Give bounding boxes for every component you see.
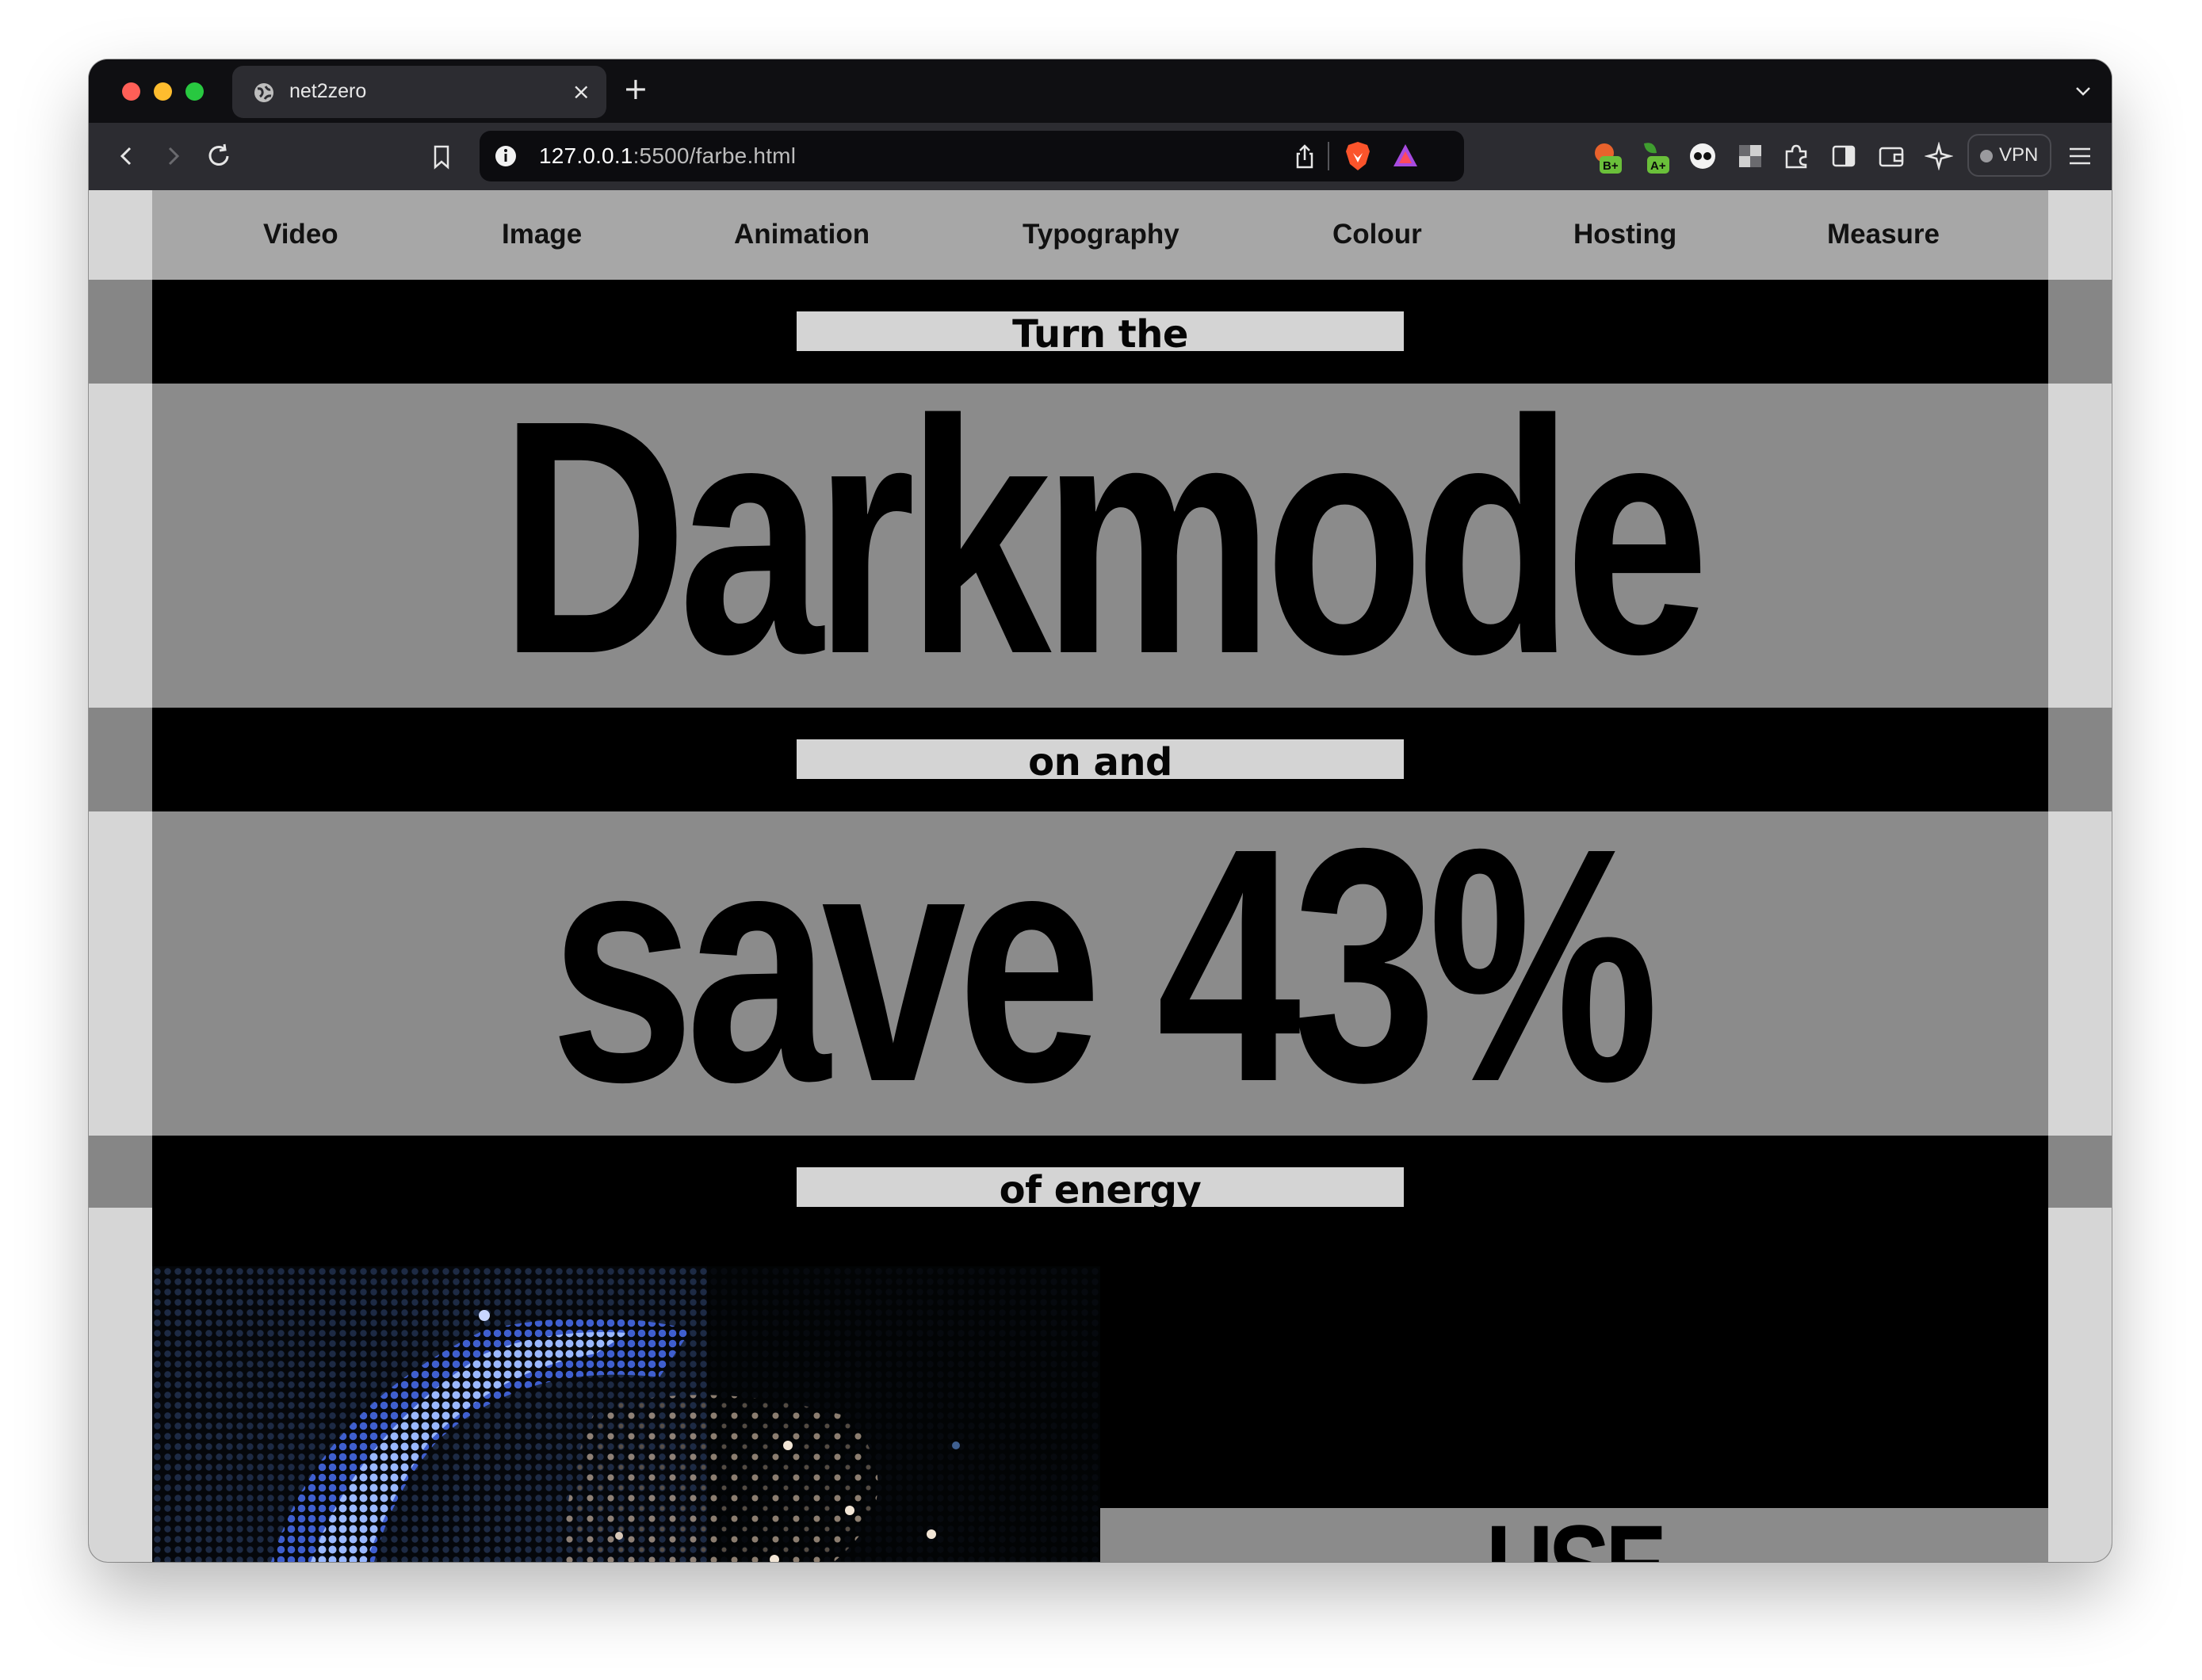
headline-use: USE xyxy=(1205,1508,1944,1562)
text-strip: Turn the xyxy=(152,280,2048,384)
url-text: 127.0.0.1:5500/farbe.html xyxy=(539,143,796,169)
back-icon[interactable] xyxy=(114,143,140,172)
divider xyxy=(1328,142,1329,170)
forward-icon[interactable] xyxy=(160,143,185,172)
tab-title: net2zero xyxy=(289,80,367,102)
earth-dot-image xyxy=(152,1266,1100,1562)
tab-net2zero[interactable]: net2zero × xyxy=(232,66,606,118)
page-viewport: Video Image Animation Typography Colour … xyxy=(89,190,2112,1562)
share-icon[interactable] xyxy=(1293,143,1317,174)
label-box: on and xyxy=(797,739,1404,779)
bookmark-icon[interactable] xyxy=(430,143,453,174)
badge-a-plus: A+ xyxy=(1650,159,1666,173)
headline-of-energy: of energy xyxy=(999,1168,1202,1207)
wallet-icon[interactable] xyxy=(1877,142,1906,174)
nav-video[interactable]: Video xyxy=(263,219,338,250)
use-section: USE xyxy=(1100,1266,2048,1562)
text-strip: of energy xyxy=(152,1136,2048,1266)
savings-block: save 43% xyxy=(152,811,2048,1136)
chevron-down-icon[interactable] xyxy=(2074,82,2093,104)
extension-b-plus-icon[interactable]: B+ xyxy=(1592,140,1623,178)
use-box: USE xyxy=(1100,1508,2048,1562)
headline-darkmode: Darkmode xyxy=(499,384,1710,708)
headline-on-and: on and xyxy=(1028,740,1172,779)
url-host: 127.0.0.1 xyxy=(539,143,633,168)
new-tab-button[interactable]: + xyxy=(623,71,648,107)
extensions-puzzle-icon[interactable] xyxy=(1782,142,1810,174)
site-info-icon[interactable] xyxy=(494,144,518,171)
nav-typography[interactable]: Typography xyxy=(1023,219,1179,250)
brave-rewards-icon[interactable] xyxy=(1391,142,1420,172)
globe-icon xyxy=(253,82,275,107)
nav-hosting[interactable]: Hosting xyxy=(1573,219,1676,250)
menu-icon[interactable] xyxy=(2067,143,2093,172)
badge-b-plus: B+ xyxy=(1603,159,1619,173)
url-path: :5500/farbe.html xyxy=(633,143,797,168)
close-window-button[interactable] xyxy=(122,82,140,101)
label-box: Turn the xyxy=(797,311,1404,351)
leo-ai-icon[interactable] xyxy=(1924,141,1954,174)
nav-animation[interactable]: Animation xyxy=(734,219,870,250)
extension-reader-icon[interactable] xyxy=(1736,142,1764,174)
sidebar-icon[interactable] xyxy=(1829,142,1858,174)
minimize-window-button[interactable] xyxy=(154,82,172,101)
close-tab-icon[interactable]: × xyxy=(572,77,591,107)
browser-window: net2zero × + 127.0.0.1:5500/farbe.html B… xyxy=(89,59,2112,1562)
headline-turn-the: Turn the xyxy=(1012,312,1188,351)
darkmode-block: Darkmode xyxy=(152,384,2048,708)
text-strip: on and xyxy=(152,708,2048,811)
headline-save-percent: save 43% xyxy=(549,811,1659,1136)
extension-eyes-icon[interactable] xyxy=(1688,142,1717,174)
vpn-status-icon xyxy=(1980,150,1993,162)
tab-strip: net2zero × + xyxy=(89,59,2112,123)
nav-image[interactable]: Image xyxy=(502,219,582,250)
zoom-window-button[interactable] xyxy=(185,82,204,101)
vpn-label: VPN xyxy=(1999,144,2039,166)
extension-a-plus-icon[interactable]: A+ xyxy=(1639,140,1671,178)
toolbar: 127.0.0.1:5500/farbe.html B+ A+ VPN xyxy=(89,123,2112,192)
vpn-button[interactable]: VPN xyxy=(1967,134,2051,177)
label-box: of energy xyxy=(797,1167,1404,1207)
nav-colour[interactable]: Colour xyxy=(1332,219,1422,250)
brave-shields-icon[interactable] xyxy=(1344,140,1372,175)
address-bar[interactable]: 127.0.0.1:5500/farbe.html xyxy=(480,131,1464,181)
nav-measure[interactable]: Measure xyxy=(1827,219,1940,250)
main-nav: Video Image Animation Typography Colour … xyxy=(152,190,2048,280)
reload-icon[interactable] xyxy=(205,142,233,174)
page-content: Video Image Animation Typography Colour … xyxy=(152,190,2048,1562)
